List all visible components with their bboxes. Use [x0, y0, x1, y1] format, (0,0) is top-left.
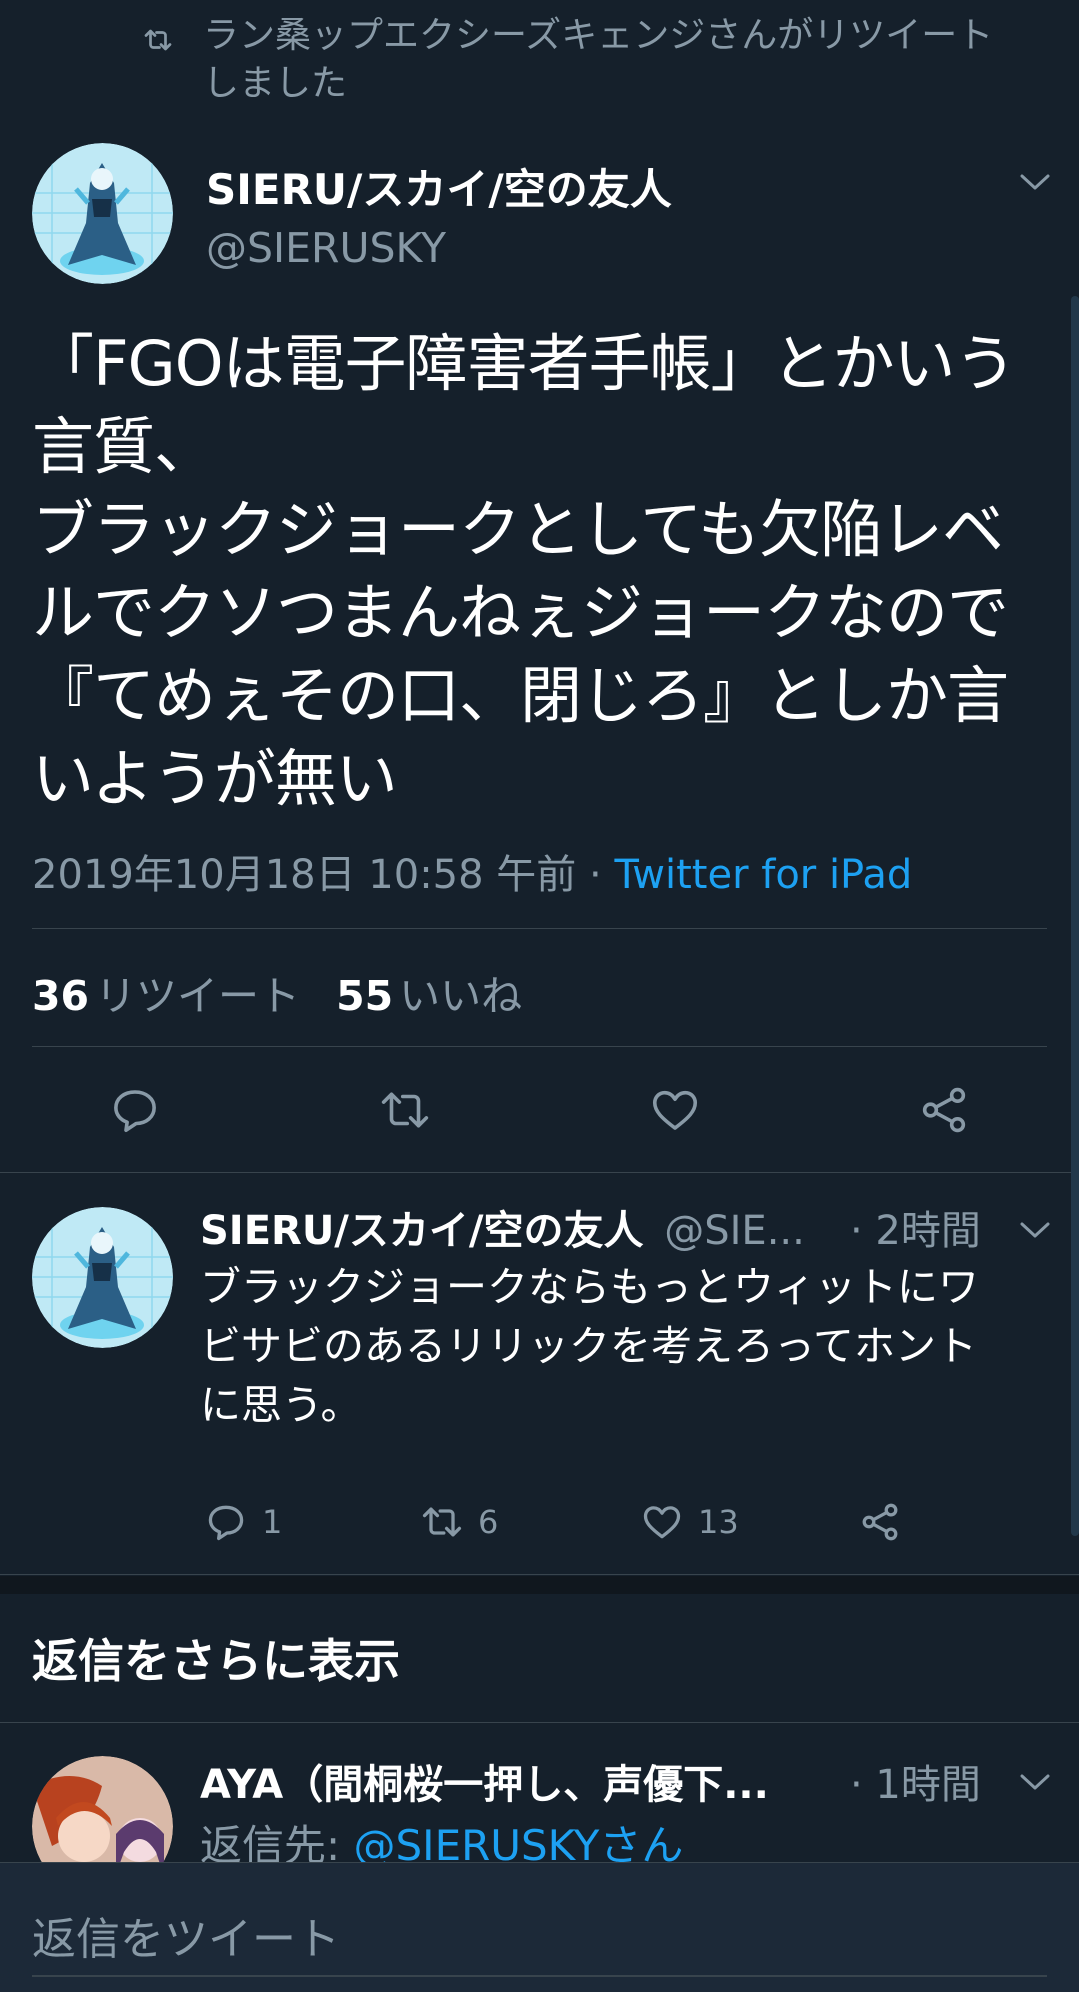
- avatar[interactable]: [32, 143, 173, 284]
- display-name[interactable]: SIERU/スカイ/空の友人: [200, 1208, 644, 1254]
- retweet-banner-text[interactable]: ラン桑ップエクシーズキェンジさんがリツイート しました: [203, 12, 1043, 108]
- reply-avatar[interactable]: [32, 1207, 173, 1348]
- tweet-detail-screen: ラン桑ップエクシーズキェンジさんがリツイート しました SIERU/スカイ/空の…: [0, 0, 1079, 1992]
- compose-underline: [32, 1975, 1047, 1977]
- reply-compose-bar[interactable]: 返信をツイート: [0, 1862, 1079, 1992]
- like-button[interactable]: 13: [640, 1497, 739, 1547]
- scrollbar[interactable]: [1071, 296, 1079, 1536]
- tweet-source-link[interactable]: Twitter for iPad: [614, 852, 912, 898]
- user-handle[interactable]: @SIERUSKY: [206, 224, 446, 272]
- divider: [32, 1046, 1047, 1047]
- retweet-banner: ラン桑ップエクシーズキェンジさんがリツイート しました: [0, 12, 1079, 112]
- retweet-count: 6: [478, 1503, 499, 1541]
- divider: [0, 1574, 1079, 1575]
- reply-text: ブラックジョークならもっとウィットにワ ビサビのあるリリックを考えろってホント …: [200, 1263, 979, 1429]
- reply-time: · 2時間: [850, 1208, 981, 1254]
- chevron-down-icon[interactable]: [1018, 1220, 1052, 1240]
- display-name[interactable]: AYA（間桐桜一押し、声優下...: [200, 1752, 769, 1810]
- like-count: 13: [698, 1503, 739, 1541]
- meta-separator: ·: [576, 852, 615, 898]
- share-icon[interactable]: [917, 1083, 971, 1137]
- reply-compose-input[interactable]: 返信をツイート: [32, 1903, 340, 1967]
- reply-count: 1: [262, 1503, 283, 1541]
- user-handle[interactable]: @SIE...: [664, 1208, 805, 1254]
- retweet-icon: [422, 1507, 462, 1537]
- avatar-image: [32, 1207, 173, 1348]
- retweet-icon: [144, 29, 172, 51]
- reply-time: · 1時間: [850, 1762, 981, 1808]
- retweet-count-label[interactable]: リツイート: [95, 972, 300, 1020]
- share-icon: [862, 1503, 898, 1541]
- section-separator: [0, 1576, 1079, 1594]
- divider: [0, 1172, 1079, 1173]
- like-count-label[interactable]: いいね: [399, 972, 522, 1020]
- chevron-down-icon[interactable]: [1018, 1772, 1052, 1792]
- tweet-timestamp: 2019年10月18日 10:58 午前: [32, 852, 577, 898]
- tweet-stats: 36 リツイート 55 いいね: [32, 962, 558, 1022]
- retweet-count[interactable]: 36: [32, 972, 89, 1020]
- reply-icon[interactable]: [108, 1083, 162, 1137]
- show-more-replies-button[interactable]: 返信をさらに表示: [32, 1625, 400, 1691]
- tweet-timestamp-line: 2019年10月18日 10:58 午前 · Twitter for iPad: [32, 842, 912, 900]
- divider: [32, 928, 1047, 929]
- reply-icon: [208, 1505, 244, 1541]
- divider: [0, 1722, 1079, 1723]
- retweet-icon[interactable]: [378, 1083, 432, 1137]
- like-heart-icon: [643, 1506, 681, 1539]
- reply-button[interactable]: 1: [204, 1497, 282, 1547]
- display-name[interactable]: SIERU/スカイ/空の友人: [206, 156, 672, 217]
- avatar-image: [32, 143, 173, 284]
- retweet-button[interactable]: 6: [420, 1497, 498, 1547]
- like-heart-icon[interactable]: [648, 1083, 702, 1137]
- like-count[interactable]: 55: [336, 972, 393, 1020]
- chevron-down-icon[interactable]: [1018, 172, 1052, 192]
- tweet-text: 「FGOは電子障害者手帳」とかいう 言質、 ブラックジョークとしても欠陥レベ ル…: [32, 327, 1017, 815]
- share-button[interactable]: [858, 1497, 916, 1547]
